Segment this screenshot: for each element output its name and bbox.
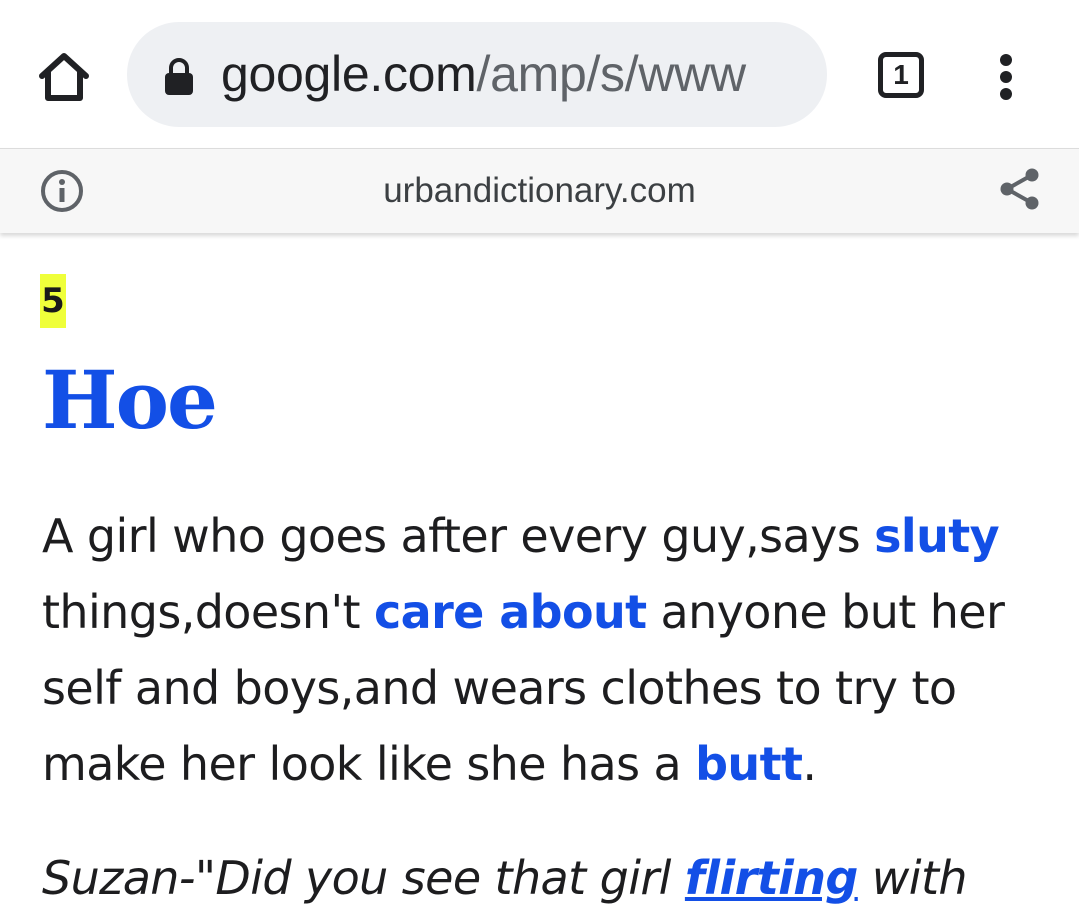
share-icon[interactable] [998, 167, 1042, 211]
definition-example: Suzan-"Did you see that girl flirting wi… [42, 840, 1042, 916]
definition-card: 5 Hoe A girl who goes after every guy,sa… [0, 232, 1079, 905]
amp-header-bar: urbandictionary.com [0, 148, 1079, 233]
meaning-link-care-about[interactable]: care about [374, 585, 647, 639]
meaning-text: . [802, 737, 817, 791]
url-host: google.com [221, 46, 477, 102]
meaning-link-butt[interactable]: butt [695, 737, 803, 791]
defined-word-link[interactable]: Hoe [42, 350, 218, 450]
amp-domain: urbandictionary.com [383, 171, 696, 210]
browser-toolbar: google.com/amp/s/www 1 [0, 0, 1079, 148]
meaning-link-sluty[interactable]: sluty [874, 509, 999, 563]
url-path: /amp/s/www [476, 46, 747, 102]
rank-number: 5 [41, 281, 65, 321]
more-vert-icon[interactable] [990, 52, 1024, 102]
meaning-text: things,doesn't [42, 585, 374, 639]
home-icon[interactable] [36, 50, 92, 104]
example-link-flirting[interactable]: flirting [685, 851, 858, 905]
address-bar[interactable]: google.com/amp/s/www [127, 22, 827, 127]
rank-badge: 5 [40, 274, 66, 328]
example-text: Suzan-"Did you see that girl [42, 851, 685, 905]
example-text: with [857, 851, 968, 905]
definition-meaning: A girl who goes after every guy,says slu… [42, 498, 1042, 802]
url-text[interactable]: google.com/amp/s/www [221, 42, 821, 106]
tab-switcher-button[interactable]: 1 [878, 52, 924, 98]
meaning-text: A girl who goes after every guy,says [42, 509, 875, 563]
lock-icon[interactable] [163, 57, 195, 97]
